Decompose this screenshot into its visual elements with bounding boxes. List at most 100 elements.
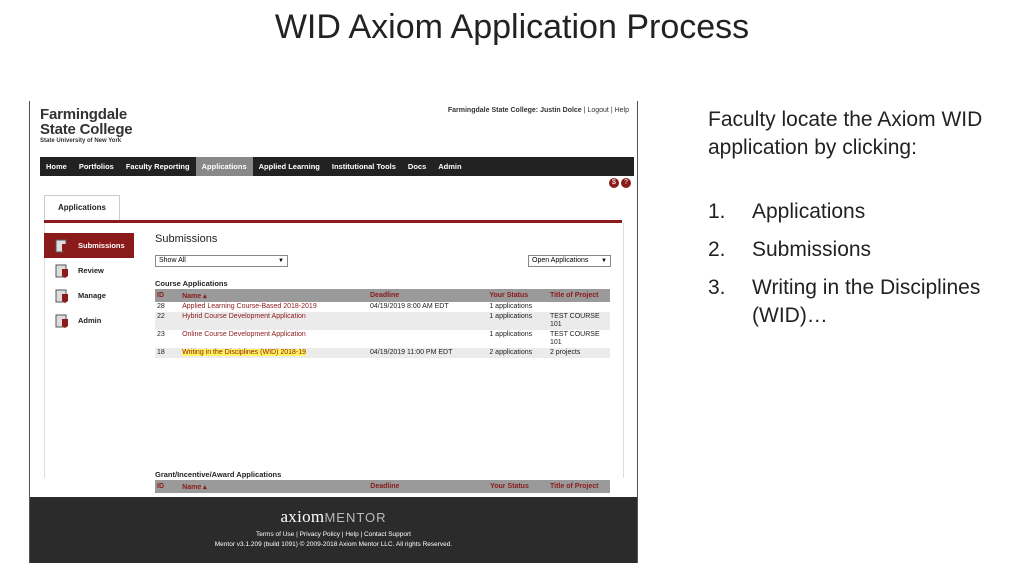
- cell-deadline: 04/19/2019 8:00 AM EDT: [370, 303, 449, 310]
- table-row[interactable]: 23 Online Course Development Application 1…: [155, 330, 610, 348]
- slide-title: WID Axiom Application Process: [274, 8, 750, 46]
- user-bar: Farmingdale State College: Justin Dolce …: [447, 107, 629, 114]
- sidebar-item-label: Submissions: [78, 241, 125, 250]
- column-header[interactable]: Title of Project: [547, 289, 610, 302]
- nav-home[interactable]: Home: [40, 157, 73, 176]
- nav-portfolios[interactable]: Portfolios: [73, 157, 120, 176]
- step-number: 3.: [708, 276, 726, 299]
- cell-name[interactable]: Online Course Development Application: [180, 330, 368, 348]
- cell-id: 23: [157, 331, 165, 338]
- question-icon[interactable]: ?: [621, 178, 631, 188]
- cell-status: 2 applications: [487, 348, 548, 358]
- info-icon[interactable]: $: [609, 178, 619, 188]
- help-link[interactable]: Help: [615, 107, 629, 114]
- brand-axiom: axiom: [280, 507, 325, 526]
- cell-id: 22: [155, 312, 181, 330]
- sidebar-item-submissions[interactable]: Submissions: [44, 233, 134, 258]
- sidebar-item-review[interactable]: Review: [44, 258, 134, 283]
- cell-deadline: [368, 330, 487, 348]
- step-item: 2. Submissions: [708, 236, 1008, 264]
- table-header-row: IDName ▴DeadlineYour StatusTitle of Proj…: [155, 289, 610, 302]
- step-number: 1.: [708, 200, 726, 223]
- table-row[interactable]: 22 Hybrid Course Development Application 1…: [155, 312, 610, 330]
- cell-project: 2 projects: [547, 348, 610, 358]
- logout-link[interactable]: Logout: [587, 107, 608, 114]
- cell-name[interactable]: Writing in the Disciplines (WID) 2018-19: [180, 348, 368, 358]
- step-item: 3. Writing in the Disciplines (WID)…: [708, 274, 1008, 330]
- user-name: Justin Dolce: [540, 107, 582, 114]
- nav-applications[interactable]: Applications: [195, 157, 253, 176]
- sidebar-item-label: Review: [78, 266, 104, 275]
- column-header[interactable]: Deadline: [368, 289, 488, 302]
- open-applications-value: Open Applications: [532, 257, 589, 264]
- footer-copyright: Mentor v3.1.209 (build 1091) © 2009-2018…: [214, 541, 453, 548]
- axiom-mentor-logo: axiomMENTOR: [30, 507, 637, 527]
- submissions-table: IDName ▴DeadlineYour StatusTitle of Proj…: [155, 480, 610, 493]
- manage-gear-icon: [54, 288, 70, 304]
- table-header-row: IDName ▴DeadlineYour StatusTitle of Proj…: [155, 480, 610, 493]
- column-header[interactable]: Name ▴: [180, 480, 369, 493]
- section-title: Grant/Incentive/Award Applications: [155, 470, 282, 479]
- admin-gear-icon: [54, 313, 70, 329]
- brand-mentor: MENTOR: [324, 510, 387, 525]
- submissions-icon: [54, 238, 70, 254]
- cell-deadline: 04/19/2019 11:00 PM EDT: [368, 348, 488, 358]
- tab-applications[interactable]: Applications: [44, 195, 120, 222]
- help-icons: $ ?: [609, 178, 631, 188]
- sidebar-item-admin[interactable]: Admin: [44, 308, 134, 333]
- nav-applied-learning[interactable]: Applied Learning: [253, 157, 326, 176]
- sidebar-item-manage[interactable]: Manage: [44, 283, 134, 308]
- cell-status: 1 applications: [487, 312, 548, 330]
- column-header[interactable]: ID: [155, 480, 181, 493]
- column-header[interactable]: Your Status: [487, 289, 548, 302]
- app-screenshot: Farmingdale State College State Universi…: [29, 101, 638, 563]
- cell-id: 28: [157, 303, 165, 310]
- submissions-heading: Submissions: [155, 233, 218, 245]
- column-header[interactable]: Deadline: [368, 480, 489, 493]
- column-header[interactable]: Title of Project: [548, 480, 610, 493]
- nav-docs[interactable]: Docs: [402, 157, 432, 176]
- step-item: 1. Applications: [708, 198, 1008, 226]
- step-text: Applications: [752, 200, 866, 223]
- logo-line1: Farmingdale: [40, 106, 127, 123]
- nav-institutional-tools[interactable]: Institutional Tools: [326, 157, 402, 176]
- cell-project: TEST COURSE 101: [547, 312, 610, 330]
- column-header[interactable]: Name ▴: [180, 289, 368, 302]
- submissions-table: IDName ▴DeadlineYour StatusTitle of Proj…: [155, 289, 610, 358]
- sidebar: Submissions Review Manage Admin: [44, 233, 134, 333]
- step-text: Writing in the Disciplines (WID)…: [752, 276, 981, 327]
- submissions-panel: Submissions Show All ▼ Open Applications…: [155, 229, 611, 552]
- steps-list: 1. Applications 2. Submissions 3. Writing in …: [708, 198, 1008, 330]
- instructions-intro: Faculty locate the Axiom WID application…: [708, 108, 983, 159]
- instructions: Faculty locate the Axiom WID application…: [708, 106, 1008, 340]
- cell-status: 1 applications: [489, 303, 533, 310]
- nav-admin[interactable]: Admin: [432, 157, 467, 176]
- logo-line3: State University of New York: [40, 138, 122, 144]
- show-all-select[interactable]: Show All ▼: [155, 255, 288, 267]
- review-icon: [54, 263, 70, 279]
- cell-deadline: [368, 312, 488, 330]
- column-header[interactable]: ID: [155, 289, 181, 302]
- nav-faculty-reporting[interactable]: Faculty Reporting: [120, 157, 196, 176]
- wid-application-link[interactable]: Writing in the Disciplines (WID) 2018-19: [182, 349, 307, 356]
- footer-links[interactable]: Terms of Use | Privacy Policy | Help | C…: [30, 531, 637, 538]
- cell-project: [548, 302, 610, 312]
- main-nav: Home Portfolios Faculty Reporting Applicati…: [40, 157, 634, 176]
- section-title: Course Applications: [155, 279, 228, 288]
- cell-status: 1 applications: [489, 331, 533, 338]
- footer: axiomMENTOR Terms of Use | Privacy Polic…: [30, 497, 637, 563]
- dropdown-arrow-icon: ▼: [601, 258, 607, 264]
- cell-name[interactable]: Hybrid Course Development Application: [180, 312, 368, 330]
- open-applications-select[interactable]: Open Applications ▼: [528, 255, 611, 267]
- cell-name[interactable]: Applied Learning Course-Based 2018-2019: [180, 302, 368, 312]
- table-row[interactable]: 18 Writing in the Disciplines (WID) 2018-…: [155, 348, 610, 358]
- step-number: 2.: [708, 238, 726, 261]
- table-row[interactable]: 28 Applied Learning Course-Based 2018-201…: [155, 302, 610, 312]
- show-all-value: Show All: [159, 257, 186, 264]
- sidebar-item-label: Admin: [78, 316, 102, 325]
- college-logo[interactable]: Farmingdale State College State Universi…: [40, 106, 133, 145]
- dropdown-arrow-icon: ▼: [278, 258, 284, 264]
- sidebar-item-label: Manage: [78, 291, 106, 300]
- cell-project: TEST COURSE 101: [549, 331, 600, 346]
- column-header[interactable]: Your Status: [488, 480, 548, 493]
